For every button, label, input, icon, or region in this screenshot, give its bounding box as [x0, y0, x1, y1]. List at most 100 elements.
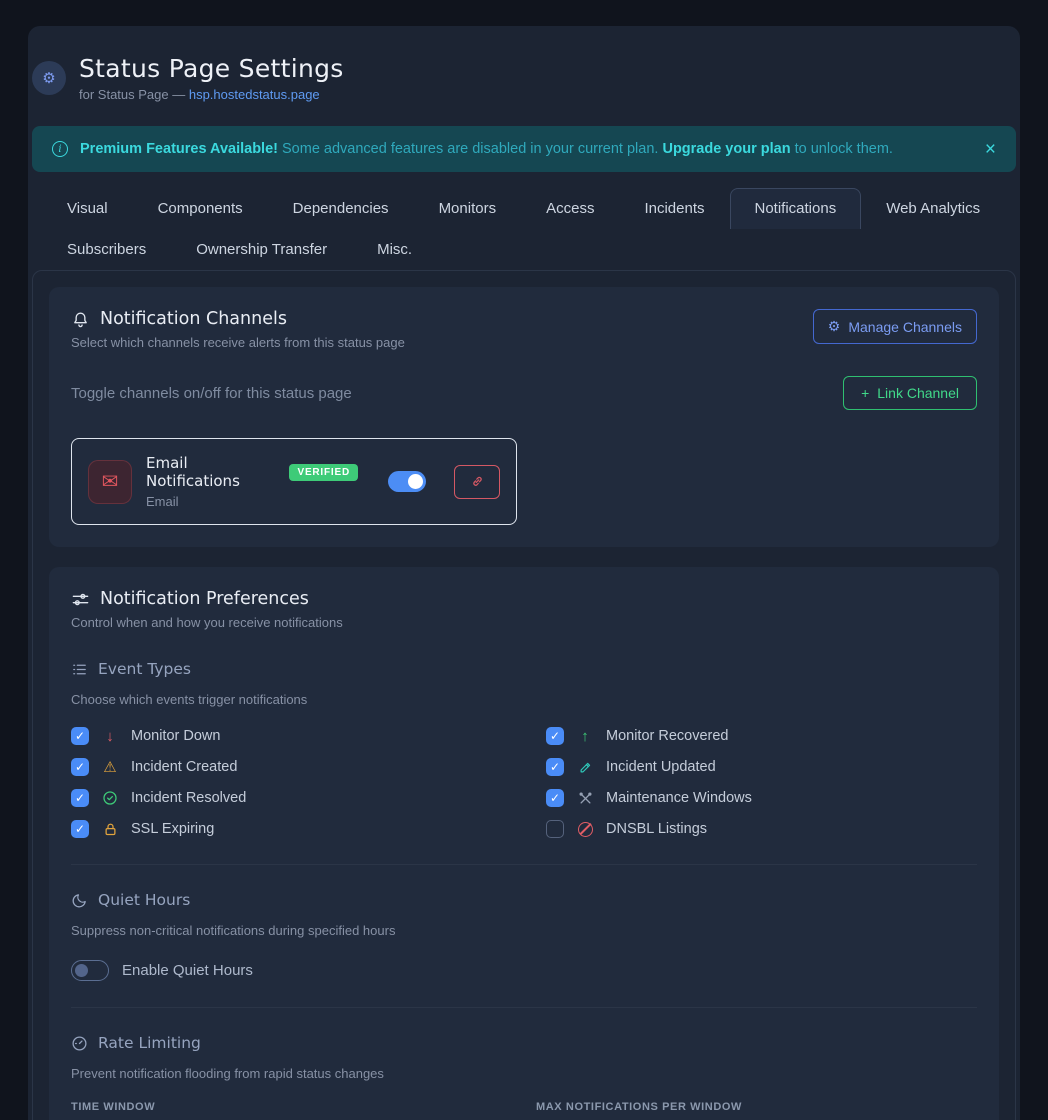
- checkbox-checked[interactable]: ✓: [71, 758, 89, 776]
- event-types-subheading: Choose which events trigger notification…: [71, 692, 977, 707]
- event-types-grid: ✓ ↓ Monitor Down ✓ ↑ Monitor Recovered ✓…: [71, 727, 977, 838]
- mail-icon: ✉: [102, 469, 119, 494]
- page-title-block: Status Page Settings for Status Page — h…: [79, 54, 344, 102]
- warning-triangle-icon: ⚠: [101, 758, 119, 776]
- link-channel-button[interactable]: + Link Channel: [843, 376, 977, 410]
- tab-subscribers[interactable]: Subscribers: [42, 229, 171, 270]
- moon-icon: [71, 892, 88, 909]
- banner-bold: Premium Features Available!: [80, 141, 278, 157]
- gear-badge: ⚙: [32, 61, 66, 95]
- tab-monitors[interactable]: Monitors: [414, 188, 522, 229]
- tab-ownership-transfer[interactable]: Ownership Transfer: [171, 229, 352, 270]
- notifications-tab-panel: Notification Channels Select which chann…: [32, 270, 1016, 1120]
- channel-type: Email: [146, 494, 358, 509]
- banner-body: Some advanced features are disabled in y…: [278, 141, 662, 157]
- channel-info: Email Notifications VERIFIED Email: [146, 454, 358, 509]
- event-label: SSL Expiring: [131, 821, 214, 837]
- manage-channels-label: Manage Channels: [848, 319, 962, 335]
- lock-icon: [101, 822, 119, 837]
- max-notifications-field: MAX NOTIFICATIONS PER WINDOW: [536, 1101, 977, 1120]
- event-maintenance-windows[interactable]: ✓ Maintenance Windows: [546, 789, 977, 807]
- max-notifications-label: MAX NOTIFICATIONS PER WINDOW: [536, 1101, 977, 1113]
- event-label: Incident Updated: [606, 759, 716, 775]
- tab-dependencies[interactable]: Dependencies: [268, 188, 414, 229]
- event-label: Maintenance Windows: [606, 790, 752, 806]
- email-channel-toggle[interactable]: [388, 471, 426, 492]
- checkbox-unchecked[interactable]: [546, 820, 564, 838]
- checkbox-checked[interactable]: ✓: [546, 758, 564, 776]
- event-dnsbl-listings[interactable]: DNSBL Listings: [546, 820, 977, 838]
- tab-notifications[interactable]: Notifications: [730, 188, 862, 229]
- tab-visual[interactable]: Visual: [42, 188, 133, 229]
- gear-icon: ⚙: [828, 318, 841, 335]
- bell-icon: [71, 310, 90, 329]
- notification-preferences-section: Notification Preferences Control when an…: [49, 567, 999, 1120]
- preferences-heading: Notification Preferences: [71, 589, 977, 609]
- channel-name: Email Notifications: [146, 454, 279, 490]
- verified-badge: VERIFIED: [289, 464, 358, 481]
- tab-components[interactable]: Components: [133, 188, 268, 229]
- checkbox-checked[interactable]: ✓: [546, 789, 564, 807]
- rate-limiting-subheading: Prevent notification flooding from rapid…: [71, 1066, 977, 1081]
- event-label: Monitor Recovered: [606, 728, 729, 744]
- tab-web-analytics[interactable]: Web Analytics: [861, 188, 1005, 229]
- tab-misc[interactable]: Misc.: [352, 229, 437, 270]
- event-types-heading-text: Event Types: [98, 660, 191, 678]
- close-icon[interactable]: ×: [985, 140, 996, 159]
- link-channel-label: Link Channel: [877, 385, 959, 401]
- event-label: Incident Created: [131, 759, 237, 775]
- quiet-hours-toggle[interactable]: [71, 960, 109, 981]
- time-window-label: TIME WINDOW: [71, 1101, 512, 1113]
- plus-icon: +: [861, 385, 869, 401]
- page-subtitle-text: for Status Page —: [79, 87, 189, 102]
- event-monitor-recovered[interactable]: ✓ ↑ Monitor Recovered: [546, 727, 977, 745]
- gauge-icon: [71, 1035, 88, 1052]
- unlink-channel-button[interactable]: [454, 465, 500, 499]
- status-page-link[interactable]: hsp.hostedstatus.page: [189, 87, 320, 102]
- page-header: ⚙ Status Page Settings for Status Page —…: [32, 54, 1016, 102]
- banner-text: Premium Features Available! Some advance…: [80, 141, 893, 157]
- gear-icon: ⚙: [42, 69, 55, 87]
- checkbox-checked[interactable]: ✓: [71, 789, 89, 807]
- arrow-up-icon: ↑: [576, 728, 594, 745]
- enable-quiet-hours-row[interactable]: Enable Quiet Hours: [71, 960, 977, 981]
- toggle-channels-hint: Toggle channels on/off for this status p…: [71, 385, 352, 402]
- info-icon: i: [52, 141, 68, 157]
- tools-icon: [576, 791, 594, 806]
- tab-incidents[interactable]: Incidents: [619, 188, 729, 229]
- quiet-hours-toggle-label: Enable Quiet Hours: [122, 962, 253, 979]
- manage-channels-button[interactable]: ⚙ Manage Channels: [813, 309, 977, 344]
- channels-subheading: Select which channels receive alerts fro…: [71, 335, 405, 350]
- settings-tabs: Visual Components Dependencies Monitors …: [32, 188, 1016, 270]
- banner-suffix: to unlock them.: [791, 141, 893, 157]
- quiet-hours-subheading: Suppress non-critical notifications duri…: [71, 923, 977, 938]
- divider: [71, 1007, 977, 1008]
- rate-limiting-heading: Rate Limiting: [71, 1034, 977, 1052]
- list-icon: [71, 661, 88, 678]
- checkbox-checked[interactable]: ✓: [546, 727, 564, 745]
- event-incident-resolved[interactable]: ✓ Incident Resolved: [71, 789, 502, 807]
- event-ssl-expiring[interactable]: ✓ SSL Expiring: [71, 820, 502, 838]
- rate-limiting-form: TIME WINDOW 15 minutes MAX NOTIFICATIONS…: [71, 1101, 977, 1120]
- channels-heading-text: Notification Channels: [100, 309, 287, 329]
- rate-limiting-heading-text: Rate Limiting: [98, 1034, 201, 1052]
- checkbox-checked[interactable]: ✓: [71, 820, 89, 838]
- tab-access[interactable]: Access: [521, 188, 619, 229]
- page-subtitle: for Status Page — hsp.hostedstatus.page: [79, 87, 344, 102]
- event-incident-updated[interactable]: ✓ Incident Updated: [546, 758, 977, 776]
- pencil-icon: [576, 760, 594, 775]
- link-icon: [470, 474, 485, 489]
- checkbox-checked[interactable]: ✓: [71, 727, 89, 745]
- quiet-hours-heading-text: Quiet Hours: [98, 891, 190, 909]
- event-monitor-down[interactable]: ✓ ↓ Monitor Down: [71, 727, 502, 745]
- quiet-hours-heading: Quiet Hours: [71, 891, 977, 909]
- ban-icon: [576, 822, 594, 837]
- premium-banner: i Premium Features Available! Some advan…: [32, 126, 1016, 172]
- upgrade-plan-link[interactable]: Upgrade your plan: [662, 141, 790, 157]
- arrow-down-icon: ↓: [101, 728, 119, 745]
- event-incident-created[interactable]: ✓ ⚠ Incident Created: [71, 758, 502, 776]
- preferences-subheading: Control when and how you receive notific…: [71, 615, 977, 630]
- preferences-heading-text: Notification Preferences: [100, 589, 309, 609]
- check-circle-icon: [101, 790, 119, 806]
- divider: [71, 864, 977, 865]
